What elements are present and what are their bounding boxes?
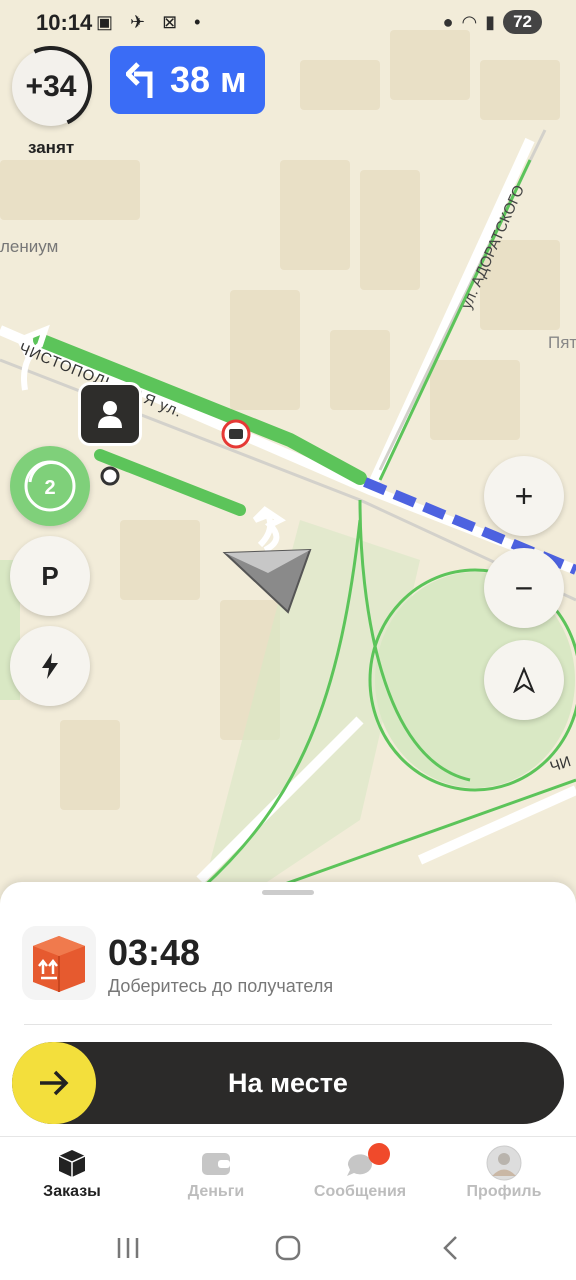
bottom-tab-bar: Заказы Деньги Сообщения Профиль bbox=[0, 1136, 576, 1217]
back-button[interactable] bbox=[430, 1230, 470, 1266]
turn-left-icon bbox=[126, 62, 153, 98]
busy-label: занят bbox=[28, 138, 75, 157]
wallet-icon bbox=[202, 1153, 230, 1175]
recent-apps-button[interactable] bbox=[108, 1230, 148, 1266]
zoom-in-button[interactable]: + bbox=[484, 456, 564, 536]
tab-messages[interactable]: Сообщения bbox=[288, 1137, 432, 1217]
signal-icon: ▮ bbox=[485, 11, 496, 32]
status-bar: 10:14 ▣ ✈ ⊠ • ● ◠ ▮ 72 bbox=[0, 0, 576, 46]
tab-money-label: Деньги bbox=[187, 1183, 245, 1200]
speed-camera-icon bbox=[221, 419, 251, 449]
cluster-button[interactable]: 2 bbox=[10, 446, 90, 526]
system-nav-bar bbox=[0, 1216, 576, 1280]
compass-arrow-icon bbox=[513, 667, 535, 693]
person-icon bbox=[98, 401, 122, 428]
home-button[interactable] bbox=[268, 1230, 308, 1266]
unread-badge bbox=[368, 1143, 390, 1165]
notification-icons: ▣ ✈ ⊠ • bbox=[96, 12, 207, 32]
recents-icon bbox=[117, 1238, 139, 1258]
maneuver-card[interactable]: 38 м bbox=[110, 46, 265, 114]
divider bbox=[24, 1024, 552, 1025]
compass-button[interactable] bbox=[484, 640, 564, 720]
status-time: 10:14 bbox=[36, 10, 93, 35]
arrived-slider[interactable]: На месте bbox=[12, 1042, 564, 1124]
cluster-icon: 2 bbox=[24, 460, 76, 512]
lightning-icon bbox=[42, 653, 58, 679]
tab-profile[interactable]: Профиль bbox=[432, 1137, 576, 1217]
tab-orders[interactable]: Заказы bbox=[0, 1137, 144, 1217]
tab-profile-label: Профиль bbox=[466, 1183, 542, 1200]
location-icon: ● bbox=[442, 11, 454, 32]
charging-button[interactable] bbox=[10, 626, 90, 706]
battery-icon: 72 bbox=[503, 10, 542, 34]
tab-messages-label: Сообщения bbox=[313, 1183, 407, 1200]
map[interactable]: лениум Пят ул. АДОРАТСКОГО ЧИСТОПОЛЬСКАЯ… bbox=[0, 0, 576, 910]
tab-money[interactable]: Деньги bbox=[144, 1137, 288, 1217]
svg-text:2: 2 bbox=[44, 477, 55, 499]
box-icon bbox=[58, 1150, 86, 1177]
back-icon bbox=[443, 1236, 457, 1260]
parking-button[interactable]: P bbox=[10, 536, 90, 616]
courier-marker[interactable] bbox=[78, 382, 142, 446]
arrow-right-icon bbox=[40, 1070, 69, 1096]
parcel-icon bbox=[22, 926, 96, 1000]
delivery-subtitle: Доберитесь до получателя bbox=[108, 976, 334, 996]
slider-knob[interactable] bbox=[12, 1042, 96, 1124]
avatar-icon bbox=[486, 1145, 522, 1181]
map-label-right: Пят bbox=[548, 333, 576, 352]
map-label-place: лениум bbox=[0, 237, 58, 256]
maneuver-distance: 38 м bbox=[170, 59, 247, 100]
sheet-grabber[interactable] bbox=[262, 890, 314, 895]
delivery-timer: 03:48 bbox=[108, 932, 201, 973]
zoom-out-button[interactable]: − bbox=[484, 548, 564, 628]
wifi-icon: ◠ bbox=[461, 11, 478, 32]
origin-marker bbox=[100, 466, 120, 486]
busy-counter[interactable]: +34 bbox=[12, 48, 90, 126]
home-icon bbox=[275, 1235, 301, 1261]
tab-orders-label: Заказы bbox=[43, 1183, 101, 1200]
